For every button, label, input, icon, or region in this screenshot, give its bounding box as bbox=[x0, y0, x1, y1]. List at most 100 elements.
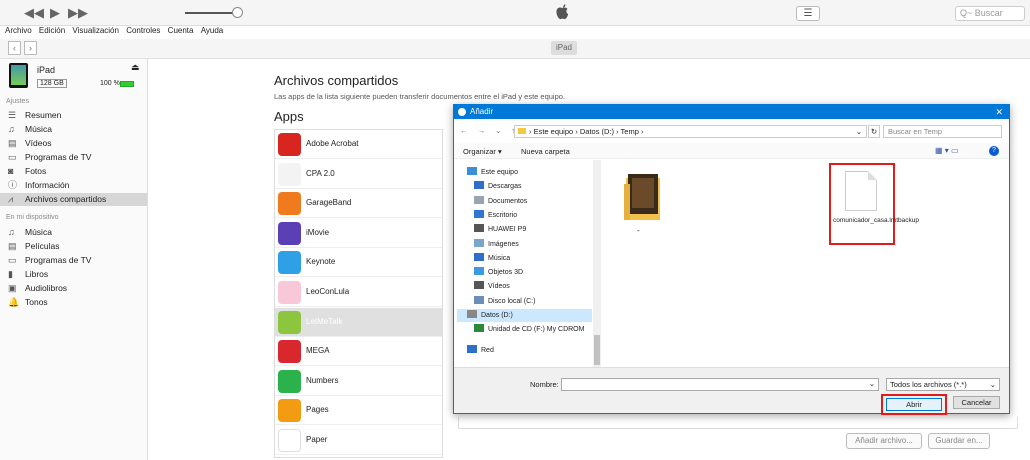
tree-item-label: Descargas bbox=[488, 183, 522, 191]
sidebar-item[interactable]: 🔔 Tonos bbox=[0, 296, 147, 309]
list-view-button[interactable]: ☰ bbox=[796, 6, 820, 21]
help-icon[interactable]: ? bbox=[989, 146, 999, 156]
tree-item[interactable]: Documentos bbox=[474, 195, 527, 208]
view-options-icon[interactable]: ▦ ▾ ▭ bbox=[935, 146, 959, 155]
menu-cuenta[interactable]: Cuenta bbox=[168, 26, 194, 35]
tree-item[interactable]: Objetos 3D bbox=[474, 266, 523, 279]
dialog-title: Añadir bbox=[470, 107, 494, 116]
cancel-button[interactable]: Cancelar bbox=[953, 396, 1000, 409]
device-capacity: 128 GB bbox=[37, 79, 67, 88]
app-name: Paper bbox=[306, 435, 328, 444]
play-icon[interactable]: ▶ bbox=[50, 5, 60, 21]
tree-item[interactable]: Música bbox=[474, 252, 510, 265]
menu-ayuda[interactable]: Ayuda bbox=[201, 26, 224, 35]
menu-edicion[interactable]: Edición bbox=[39, 26, 65, 35]
tree-item[interactable]: Disco local (C:) bbox=[474, 295, 535, 308]
tree-item[interactable]: Escritorio bbox=[474, 209, 517, 222]
app-item[interactable]: GarageBand bbox=[275, 189, 442, 219]
sidebar-item[interactable]: ⓘ Información bbox=[0, 179, 147, 192]
app-item[interactable]: MEGA bbox=[275, 337, 442, 367]
cube-icon bbox=[474, 267, 484, 276]
tree-item[interactable]: Datos (D:) bbox=[457, 309, 592, 322]
menu-visualizacion[interactable]: Visualización bbox=[72, 26, 119, 35]
add-file-button[interactable]: Añadir archivo... bbox=[846, 433, 922, 449]
app-item[interactable]: Numbers bbox=[275, 367, 442, 396]
pc-icon bbox=[467, 167, 477, 175]
folder-search-input[interactable]: Buscar en Temp bbox=[883, 125, 1002, 138]
menu-archivo[interactable]: Archivo bbox=[5, 26, 32, 35]
volume-slider[interactable] bbox=[185, 12, 237, 14]
sidebar-item[interactable]: ▮ Libros bbox=[0, 268, 147, 281]
tree-item[interactable]: Imágenes bbox=[474, 238, 519, 251]
sidebar-item[interactable]: ▭ Programas de TV bbox=[0, 254, 147, 267]
phone-icon bbox=[474, 224, 484, 233]
sidebar-item[interactable]: ☰ Resumen bbox=[0, 109, 147, 122]
app-item[interactable]: Adobe Acrobat bbox=[275, 130, 442, 159]
nav-arrows-icon[interactable]: ← → ⌄ ↑ bbox=[460, 126, 519, 135]
sidebar-item[interactable]: ⩘ Archivos compartidos bbox=[0, 193, 147, 206]
app-item[interactable]: Pages bbox=[275, 396, 442, 426]
address-bar[interactable]: › Este equipo › Datos (D:) › Temp › ⌄ bbox=[514, 125, 867, 138]
sidebar-item-label: Programas de TV bbox=[25, 255, 92, 265]
tree-item[interactable]: Vídeos bbox=[474, 280, 510, 293]
selected-file[interactable]: comunicador_casa.lmtbackup bbox=[829, 163, 919, 245]
tv-icon: ▭ bbox=[8, 255, 17, 265]
sidebar-item[interactable]: ▤ Películas bbox=[0, 240, 147, 253]
drive-icon bbox=[474, 295, 484, 304]
refresh-icon[interactable]: ↻ bbox=[868, 125, 880, 138]
menu-controles[interactable]: Controles bbox=[126, 26, 160, 35]
filename-label: Nombre: bbox=[530, 380, 559, 389]
nav-row: ‹ › iPad bbox=[0, 39, 1030, 59]
app-item[interactable]: Keynote bbox=[275, 248, 442, 278]
search-input[interactable]: Q~ Buscar bbox=[955, 6, 1025, 21]
sidebar-item[interactable]: ▭ Programas de TV bbox=[0, 151, 147, 164]
sidebar-item[interactable]: ◙ Fotos bbox=[0, 165, 147, 178]
tree-item[interactable]: Red bbox=[467, 344, 494, 357]
film-icon bbox=[474, 281, 484, 290]
open-button[interactable]: Abrir bbox=[886, 398, 942, 411]
eject-icon[interactable]: ⏏ bbox=[131, 62, 140, 73]
apps-list: Adobe Acrobat CPA 2.0 GarageBand iMovie Keyn… bbox=[274, 129, 443, 458]
previous-icon[interactable]: ◀◀ bbox=[24, 5, 44, 21]
tree-item[interactable]: Unidad de CD (F:) My CDROM bbox=[474, 323, 584, 336]
tree-item[interactable]: HUAWEI P9 bbox=[474, 223, 526, 236]
summary-icon: ☰ bbox=[8, 110, 17, 120]
device-name: iPad bbox=[37, 65, 56, 75]
tree-item[interactable]: Este equipo bbox=[467, 166, 518, 179]
sidebar-item[interactable]: ▤ Vídeos bbox=[0, 137, 147, 150]
volume-knob[interactable] bbox=[232, 7, 243, 18]
new-folder-button[interactable]: Nueva carpeta bbox=[521, 147, 570, 156]
sidebar-item[interactable]: ♫ Música bbox=[0, 226, 147, 239]
close-icon[interactable]: ✕ bbox=[995, 105, 1003, 119]
app-item[interactable]: LeoConLula bbox=[275, 278, 442, 307]
app-item[interactable]: CPA 2.0 bbox=[275, 160, 442, 189]
tree-scrollbar[interactable] bbox=[593, 160, 601, 370]
app-item[interactable]: iMovie bbox=[275, 219, 442, 248]
tree-item[interactable]: Descargas bbox=[474, 180, 521, 193]
battery-icon bbox=[120, 81, 134, 87]
app-name: iMovie bbox=[306, 227, 330, 237]
device-tab[interactable]: iPad bbox=[551, 41, 577, 55]
app-name: LetMeTalk bbox=[306, 316, 343, 326]
forward-button[interactable]: › bbox=[24, 41, 37, 55]
chevron-down-icon[interactable]: ⌄ bbox=[856, 126, 862, 137]
chevron-down-icon[interactable]: ⌄ bbox=[869, 379, 875, 388]
organize-button[interactable]: Organizar ▾ bbox=[463, 147, 502, 156]
next-icon[interactable]: ▶▶ bbox=[68, 5, 88, 21]
filename-input[interactable]: ⌄ bbox=[561, 378, 879, 391]
tree-item-label: Imágenes bbox=[488, 240, 519, 248]
app-item[interactable]: LetMeTalk bbox=[275, 307, 442, 337]
sidebar-item[interactable]: ▣ Audiolibros bbox=[0, 282, 147, 295]
sidebar-item-label: Música bbox=[25, 124, 52, 134]
save-to-button[interactable]: Guardar en... bbox=[928, 433, 990, 449]
sidebar-item-label: Música bbox=[25, 227, 52, 237]
apple-logo-icon bbox=[556, 4, 569, 20]
app-item[interactable]: Paper bbox=[275, 426, 442, 455]
folder-icon[interactable] bbox=[624, 172, 664, 222]
folder-icon bbox=[518, 128, 526, 134]
sidebar-item[interactable]: ♫ Música bbox=[0, 123, 147, 136]
back-button[interactable]: ‹ bbox=[8, 41, 21, 55]
app-icon bbox=[278, 310, 301, 334]
sidebar-item-label: Vídeos bbox=[25, 138, 52, 148]
file-type-select[interactable]: Todos los archivos (*.*) ⌄ bbox=[886, 378, 1000, 391]
